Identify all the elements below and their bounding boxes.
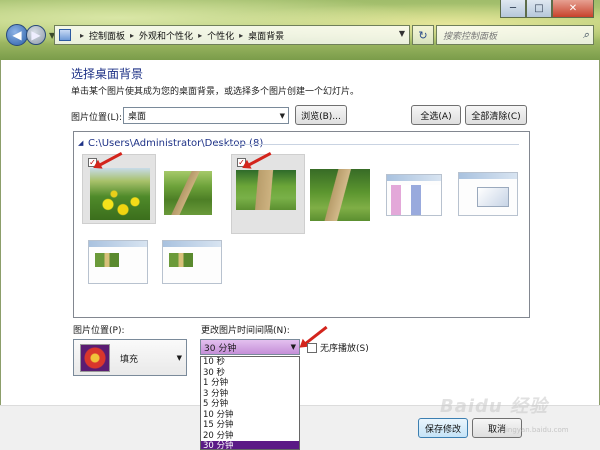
wallpaper-image [88,240,148,284]
shuffle-checkbox-box[interactable] [307,342,317,353]
chevron-down-icon: ▼ [176,354,182,362]
wallpaper-thumb[interactable] [162,154,236,224]
address-bar[interactable]: ▸ 控制面板 ▸ 外观和个性化 ▸ 个性化 ▸ 桌面背景 ▼ [54,25,410,45]
fill-preview-icon [80,344,110,372]
wallpaper-image [90,168,150,220]
shuffle-checkbox[interactable]: 无序播放(S) [307,341,369,354]
close-button[interactable]: ✕ [552,0,594,18]
window-titlebar: ─ □ ✕ ◀ ▶ ▼ ▸ 控制面板 ▸ 外观和个性化 ▸ 个性化 ▸ 桌面背景… [0,0,600,60]
wallpaper-gallery: ◢ C:\Users\Administrator\Desktop (8) ✓ ✓ [73,131,530,318]
interval-option[interactable]: 3 分钟 [201,389,299,400]
interval-value: 30 分钟 [204,343,237,354]
interval-option[interactable]: 30 秒 [201,368,299,379]
wallpaper-thumb[interactable] [458,154,532,224]
window-controls: ─ □ ✕ [500,0,594,18]
picture-location-label: 图片位置(L): [71,113,123,123]
page-title: 选择桌面背景 [71,67,144,81]
search-placeholder: 搜索控制面板 [443,31,498,42]
breadcrumb-chevron-icon[interactable]: ▸ [130,31,134,40]
nav-buttons: ◀ ▶ ▼ [6,24,55,46]
wallpaper-image [164,171,212,215]
picture-location-value: 桌面 [128,112,147,122]
minimize-button[interactable]: ─ [500,0,526,18]
interval-option[interactable]: 20 分钟 [201,431,299,442]
page-description: 单击某个图片使其成为您的桌面背景，或选择多个图片创建一个幻灯片。 [71,87,360,97]
main-content: 选择桌面背景 单击某个图片使其成为您的桌面背景，或选择多个图片创建一个幻灯片。 … [0,60,600,450]
interval-option[interactable]: 30 分钟 [201,441,299,449]
chevron-down-icon: ▼ [279,111,285,120]
wallpaper-thumb[interactable] [310,154,384,224]
chevron-down-icon: ▼ [290,343,296,351]
interval-option[interactable]: 15 分钟 [201,420,299,431]
wallpaper-thumb[interactable] [156,230,230,300]
picture-position-label: 图片位置(P): [73,326,125,336]
wallpaper-image [458,172,518,216]
wallpaper-thumb[interactable] [82,230,156,300]
breadcrumb-chevron-icon[interactable]: ▸ [80,31,84,40]
refresh-button[interactable]: ↻ [412,25,434,45]
interval-select[interactable]: 30 分钟 ▼ [200,339,300,355]
wallpaper-thumb[interactable] [384,154,458,224]
clear-all-button[interactable]: 全部清除(C) [465,105,527,125]
picture-position-select[interactable]: 填充 ▼ [73,339,187,376]
collapse-group-icon[interactable]: ◢ [78,139,83,147]
breadcrumb-item-control-panel[interactable]: 控制面板 [89,29,125,42]
wallpaper-image [386,174,442,216]
interval-option[interactable]: 5 分钟 [201,399,299,410]
address-dropdown-icon[interactable]: ▼ [399,29,405,38]
interval-option[interactable]: 1 分钟 [201,378,299,389]
search-input[interactable]: 搜索控制面板 ⌕ [436,25,594,45]
save-button[interactable]: 保存修改 [418,418,468,438]
wallpaper-image [236,170,296,210]
watermark-logo: Baidu 经验 [440,396,549,417]
shuffle-label: 无序播放(S) [320,344,369,354]
interval-option[interactable]: 10 分钟 [201,410,299,421]
interval-dropdown-list: 10 秒 30 秒1 分钟 3 分钟 5 分钟 10 分钟 15 分钟 20 分钟 30 分钟 [200,356,300,450]
interval-option[interactable]: 10 秒 [201,357,299,368]
breadcrumb-item-appearance[interactable]: 外观和个性化 [139,29,193,42]
breadcrumb-item-desktop-background[interactable]: 桌面背景 [248,29,284,42]
breadcrumb-item-personalization[interactable]: 个性化 [207,29,234,42]
picture-location-select[interactable]: 桌面 ▼ [123,107,289,124]
control-panel-icon [59,29,71,41]
search-icon[interactable]: ⌕ [583,28,589,42]
wallpaper-image [162,240,222,284]
browse-button[interactable]: 浏览(B)... [295,105,347,125]
watermark-url: jingyan.baidu.com [504,426,569,434]
refresh-icon: ↻ [418,28,428,42]
breadcrumb-chevron-icon[interactable]: ▸ [239,31,243,40]
interval-label: 更改图片时间间隔(N): [201,326,290,336]
breadcrumb-chevron-icon[interactable]: ▸ [198,31,202,40]
back-arrow-icon[interactable]: ◀ [6,24,28,46]
wallpaper-image [310,169,370,221]
forward-arrow-icon[interactable]: ▶ [26,25,46,45]
group-divider [214,144,519,145]
picture-position-value: 填充 [120,355,139,365]
select-all-button[interactable]: 全选(A) [411,105,461,125]
maximize-button[interactable]: □ [526,0,552,18]
